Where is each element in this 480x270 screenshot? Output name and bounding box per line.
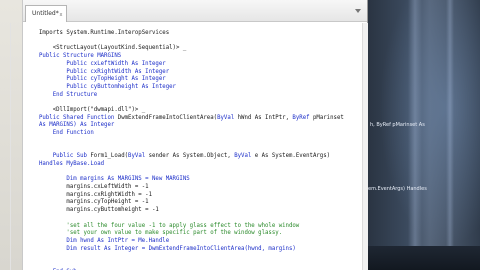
glass-highlight	[446, 0, 454, 270]
code-token: Dim margins As MARGINS = New MARGINS	[39, 176, 190, 183]
code-token: End Function	[39, 130, 94, 137]
code-token: Form1_Load(	[90, 153, 129, 160]
desktop-strip	[0, 0, 22, 270]
code-token: margins.cxRightWidth = -1	[39, 191, 152, 198]
code-line: Imports System.Runtime.InteropServices	[39, 29, 169, 37]
glass-highlight	[408, 0, 422, 270]
tab-strip: Untitled* x	[23, 0, 367, 22]
background-code-text: h, ByRef pMarinset As	[370, 122, 425, 128]
code-line: End Function	[39, 129, 94, 137]
code-token: margins.cxLeftWidth = -1	[39, 184, 149, 190]
code-token: Public Shared Function	[39, 114, 118, 121]
code-token: e As System.EventArgs)	[254, 153, 331, 160]
code-token: 'set your own value to make specific par…	[39, 230, 283, 237]
code-token: Dim result As Integer = DwmExtendFrameIn…	[39, 245, 296, 252]
code-token: <StructLayout(LayoutKind.Sequential)> _	[39, 45, 187, 52]
code-token: pMarinset	[312, 114, 344, 121]
code-area[interactable]: Imports System.Runtime.InteropServices <…	[23, 23, 367, 270]
code-line: Handles MyBase.Load	[39, 160, 104, 168]
code-token: Imports System.Runtime.InteropServices	[39, 30, 170, 36]
code-token: Public cxLeftWidth As Integer	[39, 60, 166, 67]
code-token: DwmExtendFrameIntoClientArea(	[117, 114, 218, 121]
code-token: margins.cyButtomheight = -1	[39, 207, 159, 214]
document-tab[interactable]: Untitled* x	[25, 5, 67, 22]
code-token: As MARGINS) As Integer	[39, 122, 115, 129]
code-token: End Structure	[39, 91, 98, 98]
code-token: Public cxRightWidth As Integer	[39, 68, 170, 75]
code-line: Dim result As Integer = DwmExtendFrameIn…	[39, 245, 296, 253]
code-token: ByVal	[128, 153, 149, 160]
code-token: Handles MyBase.Load	[39, 160, 105, 167]
code-token: margins.cyTopHeight = -1	[39, 199, 149, 206]
chevron-down-icon[interactable]	[355, 9, 361, 13]
code-editor-window: Untitled* x Imports System.Runtime.Inter…	[22, 0, 368, 270]
taskbar-edge	[368, 246, 480, 270]
code-token: <DllImport("dwmapi.dll")> _	[39, 107, 146, 113]
tab-label: Untitled*	[32, 10, 59, 17]
code-token: 'set all the four value -1 to apply glas…	[39, 222, 300, 229]
code-token: ByRef	[292, 114, 313, 121]
code-line: margins.cyButtomheight = -1	[39, 206, 159, 214]
code-token: ByVal	[217, 114, 238, 121]
code-token: hWnd As IntPtr,	[237, 114, 293, 121]
editor-margin	[10, 23, 11, 270]
code-token: sender As System.Object,	[148, 153, 235, 160]
code-token: Public cyTopHeight As Integer	[39, 76, 166, 83]
close-icon[interactable]: x	[58, 12, 64, 18]
background-window: h, ByRef pMarinset As em.EventArgs) Hand…	[368, 0, 480, 270]
code-token: Public Structure MARGINS	[39, 53, 122, 60]
background-code-text: em.EventArgs) Handles	[368, 186, 427, 192]
code-token: Dim hwnd As IntPtr = Me.Handle	[39, 237, 170, 244]
code-token: Public Sub	[39, 153, 91, 160]
code-token: Public cyButtomheight As Integer	[39, 83, 176, 90]
code-line: End Structure	[39, 91, 98, 99]
code-token: ByVal	[234, 153, 255, 160]
